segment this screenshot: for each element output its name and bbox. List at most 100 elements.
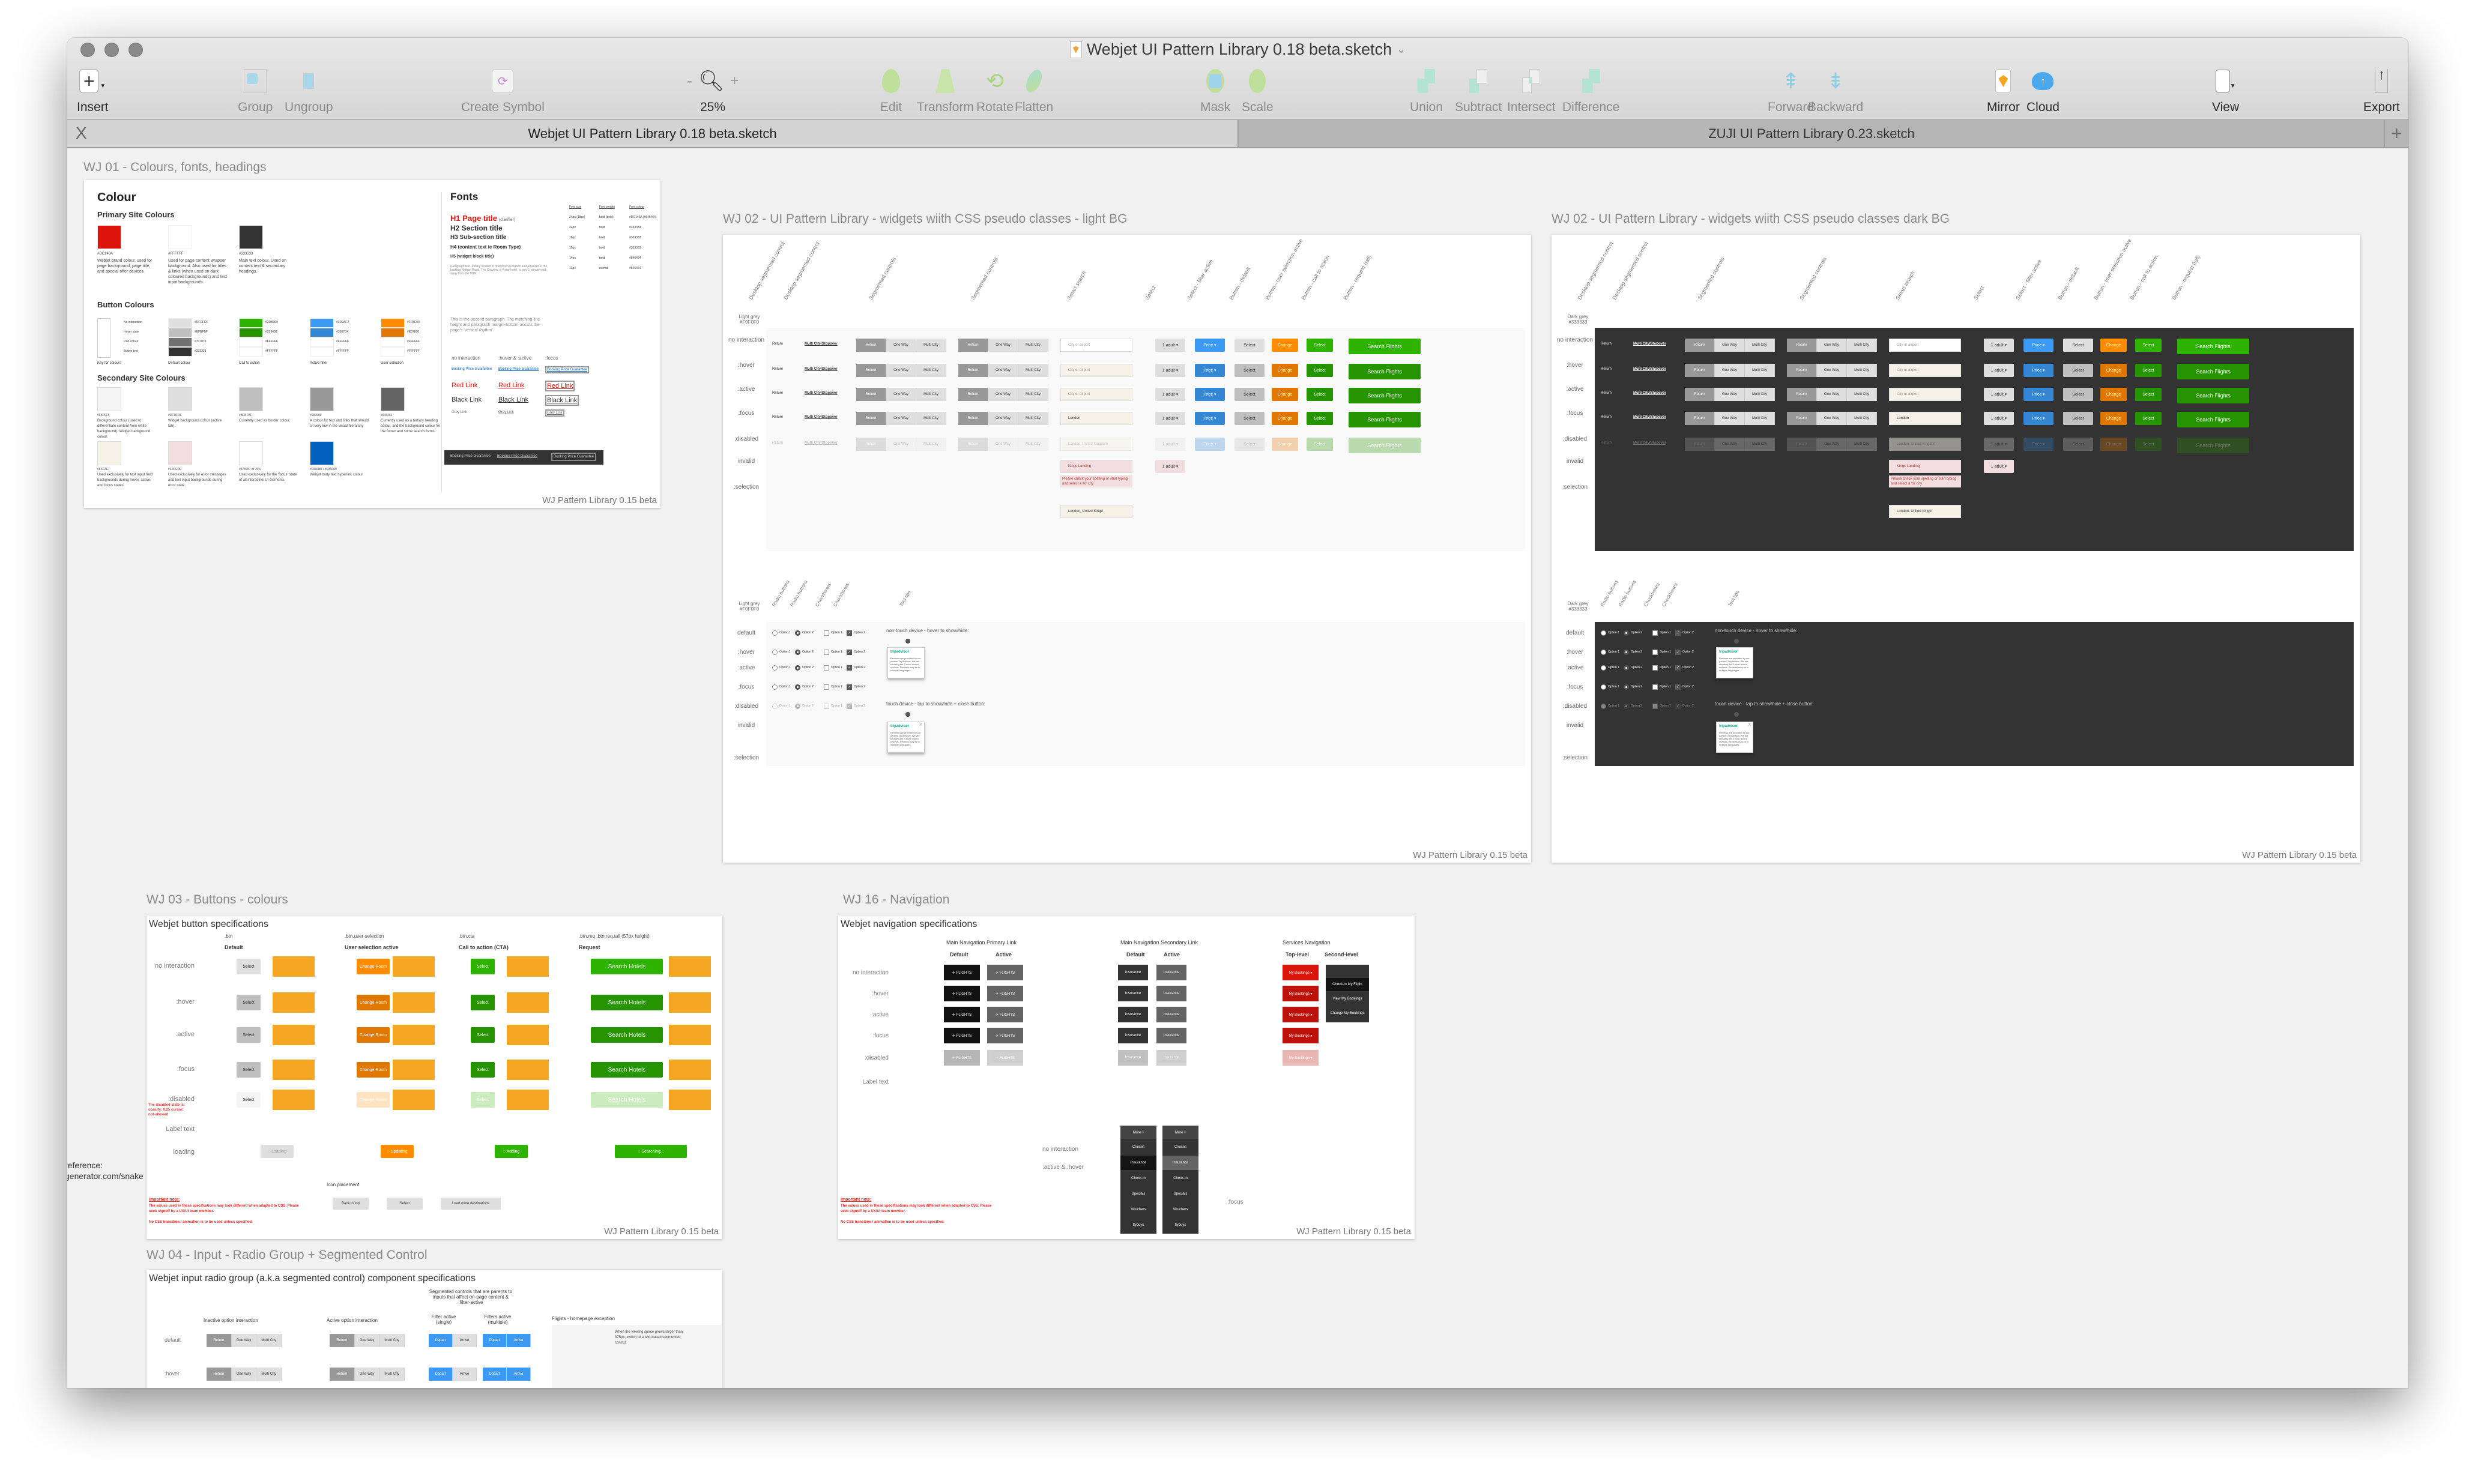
spec-button[interactable]: Search Hotels — [591, 959, 663, 974]
new-tab-button[interactable]: + — [2384, 120, 2408, 147]
radio-button-checked[interactable] — [795, 650, 800, 655]
zoom-control[interactable]: - 🔍︎ + 25% — [680, 68, 746, 115]
segment-option[interactable]: One Way — [988, 339, 1018, 352]
mask-button[interactable]: Mask — [1200, 68, 1230, 115]
segment-option[interactable]: Return — [1787, 438, 1817, 451]
loading-button[interactable]: ◌ Adding — [495, 1145, 528, 1158]
checkbox[interactable] — [1652, 684, 1658, 690]
segmented-control[interactable]: Return One Way Multi City — [330, 1368, 405, 1381]
transform-button[interactable]: Transform — [917, 68, 974, 115]
filter-select[interactable]: Price ▾ — [2023, 438, 2053, 451]
smart-search-invalid[interactable]: Kings Landing — [1060, 460, 1132, 473]
segmented-control[interactable]: Return One Way Multi City — [1685, 438, 1775, 451]
button-user-selection[interactable]: Change — [1272, 339, 1298, 352]
nav-secondary-default[interactable]: Insurance — [1118, 1050, 1148, 1066]
segmented-control[interactable]: Return One Way Multi City — [958, 412, 1048, 425]
zoom-in-button[interactable]: + — [730, 73, 739, 89]
segment-option[interactable]: One Way — [1817, 412, 1847, 425]
link-sample[interactable]: Booking Price Guarantee — [452, 367, 492, 371]
segment-option[interactable]: Multi City — [1745, 412, 1775, 425]
dark-link-hover[interactable]: Booking Price Guarantee — [497, 454, 537, 458]
nav-primary-active[interactable]: ✈ FLIGHTS — [987, 1007, 1023, 1022]
button-user-selection[interactable]: Change — [2100, 412, 2127, 425]
nav-secondary-active[interactable]: Insurance — [1156, 1028, 1186, 1043]
checkbox[interactable] — [824, 630, 829, 636]
segment-option[interactable]: One Way — [886, 438, 916, 451]
link-sample-focus[interactable]: Grey Link — [545, 409, 564, 417]
nav-primary-active[interactable]: ✈ FLIGHTS — [987, 965, 1023, 980]
segment-option[interactable]: One Way — [1817, 388, 1847, 401]
button-request[interactable]: Search Flights — [1349, 339, 1421, 354]
segment-option[interactable]: Multi City — [916, 388, 946, 401]
segment-option[interactable]: Return — [856, 339, 886, 352]
desktop-seg-return[interactable]: Return — [772, 391, 783, 395]
segmented-control[interactable]: Return One Way Multi City — [207, 1334, 282, 1347]
segment-option[interactable]: Return — [1685, 412, 1715, 425]
segment-option[interactable]: Return — [1787, 412, 1817, 425]
spec-button[interactable]: Change Room — [357, 1027, 390, 1043]
more-button[interactable]: More ▾ — [1162, 1126, 1198, 1139]
nav-secondary-default[interactable]: Insurance — [1118, 965, 1148, 980]
more-menu-item[interactable]: Vouchers — [1120, 1202, 1156, 1217]
desktop-seg-multicity[interactable]: Multi City/Stopover — [1633, 415, 1666, 419]
ungroup-button[interactable]: Ungroup — [285, 68, 333, 115]
mirror-button[interactable]: Mirror — [1987, 68, 2020, 115]
button-default[interactable]: Select — [1234, 364, 1265, 377]
segment-option[interactable]: Multi City — [1847, 438, 1877, 451]
segment-option[interactable]: Return — [958, 339, 988, 352]
segment-option[interactable]: One Way — [886, 388, 916, 401]
desktop-seg-return[interactable]: Return — [772, 342, 783, 346]
segment-option[interactable]: Multi City — [1847, 388, 1877, 401]
checkbox-checked[interactable]: ✓ — [1675, 704, 1681, 709]
nav-primary-default[interactable]: ✈ FLIGHTS — [944, 986, 980, 1001]
segment-option[interactable]: One Way — [1715, 438, 1745, 451]
segment-option[interactable]: Multi City — [379, 1368, 405, 1381]
insert-button[interactable]: + ▼ Insert — [77, 68, 109, 115]
checkbox-checked[interactable]: ✓ — [1675, 684, 1681, 690]
checkbox-checked[interactable]: ✓ — [847, 704, 852, 709]
button-cta[interactable]: Select — [1307, 438, 1333, 451]
button-user-selection[interactable]: Change — [1272, 364, 1298, 377]
segment-option[interactable]: Return — [958, 412, 988, 425]
button-user-selection[interactable]: Change — [2100, 438, 2127, 451]
tab-webjet-library[interactable]: X Webjet UI Pattern Library 0.18 beta.sk… — [67, 120, 1238, 147]
tab-zuji-library[interactable]: ZUJI UI Pattern Library 0.23.sketch — [1238, 120, 2384, 147]
smart-search-invalid[interactable]: Kings Landing — [1889, 460, 1961, 473]
segment-option[interactable]: One Way — [231, 1368, 257, 1381]
button-cta[interactable]: Select — [2135, 438, 2162, 451]
services-nav-top[interactable]: My Bookings ▾ — [1283, 965, 1319, 980]
more-menu-item[interactable]: Insurance — [1162, 1156, 1198, 1170]
segment-option[interactable]: Multi City — [1847, 412, 1877, 425]
link-sample-hover[interactable]: Red Link — [498, 382, 524, 389]
info-icon[interactable] — [1734, 639, 1739, 644]
select-dropdown[interactable]: 1 adult ▾ — [1984, 412, 2014, 425]
smart-search-input[interactable]: London, United Kingdom — [1889, 438, 1961, 451]
dark-link-focus[interactable]: Booking Price Guarantee — [551, 453, 597, 461]
zoom-out-button[interactable]: - — [687, 71, 692, 91]
segment-option[interactable]: One Way — [886, 364, 916, 377]
subtract-button[interactable]: Subtract — [1455, 68, 1502, 115]
desktop-seg-return[interactable]: Return — [772, 415, 783, 419]
edit-button[interactable]: Edit — [878, 68, 904, 115]
select-dropdown[interactable]: 1 adult ▾ — [1984, 388, 2014, 401]
checkbox-checked[interactable]: ✓ — [847, 665, 852, 671]
segment-option[interactable]: One Way — [988, 438, 1018, 451]
segmented-control[interactable]: Return One Way Multi City — [1685, 364, 1775, 377]
link-sample[interactable]: Red Link — [452, 382, 477, 389]
more-menu-item[interactable]: Vouchers — [1162, 1202, 1198, 1217]
button-request[interactable]: Search Flights — [2177, 388, 2249, 403]
button-default[interactable]: Select — [2063, 412, 2093, 425]
select-invalid[interactable]: 1 adult ▾ — [1984, 460, 2014, 473]
radio-button-checked[interactable] — [1624, 684, 1629, 690]
select-dropdown[interactable]: 1 adult ▾ — [1984, 339, 2014, 352]
desktop-seg-multicity[interactable]: Multi City/Stopover — [805, 415, 838, 419]
nav-primary-default[interactable]: ✈ FLIGHTS — [944, 1007, 980, 1022]
forward-button[interactable]: ⇞ Forward — [1768, 68, 1814, 115]
icon-placement-button[interactable]: Load more destinations — [441, 1198, 501, 1210]
radio-button[interactable] — [1601, 665, 1606, 671]
button-cta[interactable]: Select — [2135, 388, 2162, 401]
segment-option[interactable]: Return — [330, 1334, 355, 1347]
segment-option[interactable]: Multi City — [256, 1334, 282, 1347]
more-menu-item[interactable]: Check-in — [1162, 1171, 1198, 1186]
filter-option[interactable]: Arrive — [453, 1368, 477, 1381]
